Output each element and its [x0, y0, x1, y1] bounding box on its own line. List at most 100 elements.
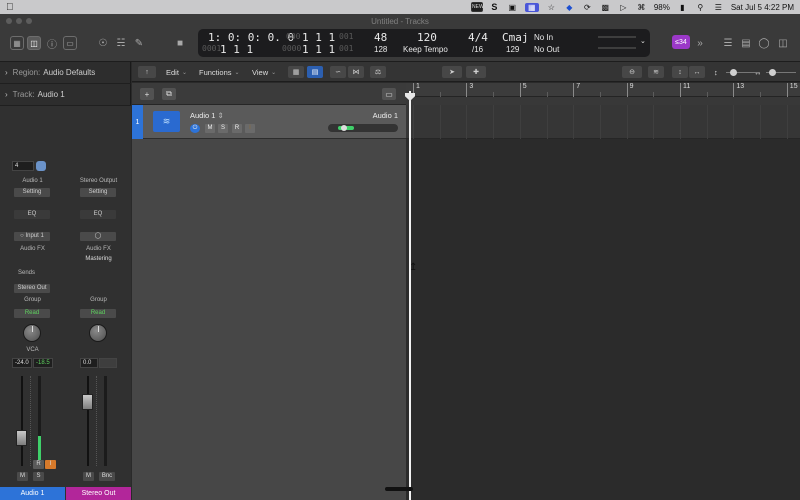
audio-fx-label[interactable]: Audio FX [66, 246, 131, 252]
box-icon[interactable]: NEW [470, 2, 484, 12]
flex-icon[interactable]: ⋈ [348, 66, 364, 78]
mastering-slot[interactable]: Mastering [66, 256, 131, 262]
chevron-down-icon[interactable]: ⌄ [640, 37, 646, 45]
automation-icon[interactable]: ∽ [330, 66, 346, 78]
track-lane[interactable] [406, 105, 800, 139]
peak-readout[interactable] [99, 358, 117, 368]
mute-button[interactable]: M [83, 472, 94, 481]
bounce-button[interactable]: Bnc [99, 472, 115, 481]
division[interactable]: /16 [472, 45, 483, 54]
smart-controls-icon[interactable]: ☉ [96, 36, 110, 50]
lcd-display[interactable]: 1: 0: 0: 0. 0 000 1 1 1 001 0001 1 1 1 0… [198, 29, 650, 57]
notepad-icon[interactable]: ▤ [740, 36, 752, 50]
vca-label[interactable]: VCA [0, 347, 65, 353]
setting-button[interactable]: Setting [14, 188, 50, 197]
star-icon[interactable]: ☆ [546, 3, 557, 12]
eq-button[interactable]: EQ [80, 210, 116, 219]
browsers-icon[interactable]: ◫ [776, 36, 790, 50]
pan-knob[interactable] [23, 324, 41, 342]
audio-fx-label[interactable]: Audio FX [0, 246, 65, 252]
horizontal-zoom-icon[interactable]: ↔ [689, 66, 705, 78]
track-inspector-header[interactable]: › Track: Audio 1 [0, 84, 131, 106]
key-signature[interactable]: Cmaj [502, 31, 529, 44]
duplicate-track-icon[interactable]: ⧉ [162, 88, 176, 100]
list-editors-icon[interactable]: ☰ [722, 36, 734, 50]
track-row[interactable]: 1 ≋ Audio 1 ⇕ ⏻ M S R I Audio 1 [132, 105, 406, 139]
bar-ruler[interactable]: 1 3 5 7 9 11 13 15 [406, 83, 800, 97]
peak-readout[interactable]: -18.5 [33, 358, 53, 368]
global-tracks-icon[interactable]: ▭ [382, 88, 396, 100]
search-icon[interactable]: ⚲ [695, 3, 706, 12]
cycle-area[interactable] [406, 97, 800, 105]
volume-fader[interactable] [82, 394, 93, 410]
pencil-tool-icon[interactable]: ✚ [466, 66, 486, 78]
waveform-icon[interactable]: ≋ [153, 111, 180, 132]
setting-button[interactable]: Setting [80, 188, 116, 197]
input-monitor-icon[interactable]: I [245, 124, 255, 133]
link-icon[interactable] [36, 161, 46, 171]
up-arrow-icon[interactable]: ↑ [138, 66, 156, 78]
automation-mode[interactable]: Read [14, 309, 50, 318]
solo-button[interactable]: S [33, 472, 44, 481]
apple-icon[interactable]:  [6, 2, 20, 13]
functions-menu[interactable]: Functions ⌄ [199, 66, 240, 78]
vertical-zoom-handle[interactable] [730, 69, 737, 76]
stop-button[interactable]: ■ [174, 36, 186, 50]
s-app-icon[interactable]: S [489, 2, 500, 12]
help-icon[interactable]: ⓘ [45, 36, 59, 51]
track-solo-button[interactable]: S [218, 124, 228, 133]
group-slot[interactable]: Group [0, 297, 65, 303]
region-inspector-header[interactable]: › Region: Audio Defaults [0, 62, 131, 84]
view-menu[interactable]: View ⌄ [252, 66, 276, 78]
mute-button[interactable]: M [17, 472, 28, 481]
waveform-zoom-icon[interactable]: ≋ [648, 66, 664, 78]
record-enable-button[interactable]: R [33, 460, 44, 469]
strip-footer[interactable]: Stereo Out [66, 487, 131, 500]
wifi-icon[interactable]: ⌘ [636, 3, 647, 12]
sync-icon[interactable]: ⟳ [582, 3, 593, 12]
horizontal-zoom-handle[interactable] [769, 69, 776, 76]
volume-handle[interactable] [341, 125, 347, 131]
track-name[interactable]: Audio 1 ⇕ [190, 111, 224, 120]
loops-icon[interactable]: ◯ [758, 36, 770, 50]
group-slot[interactable]: Group [66, 297, 131, 303]
eq-button[interactable]: EQ [14, 210, 50, 219]
input-monitor-button[interactable]: I [45, 460, 56, 469]
grid-view-icon[interactable]: ▦ [288, 66, 304, 78]
library-icon[interactable]: ▦ [10, 36, 24, 50]
track-volume-slider[interactable] [328, 124, 398, 132]
tracks-workspace[interactable] [406, 105, 800, 500]
snap-icon[interactable]: ⊖ [622, 66, 642, 78]
inspector-icon[interactable]: ◫ [27, 36, 41, 50]
dropbox-icon[interactable]: ◆ [564, 3, 575, 12]
automation-mode[interactable]: Read [80, 309, 116, 318]
track-record-button[interactable]: R [232, 124, 242, 133]
balance-knob[interactable] [89, 324, 107, 342]
output-slot[interactable]: Stereo Out [14, 284, 50, 293]
input-slot[interactable]: ○ Input 1 [14, 232, 50, 241]
mixer-icon[interactable]: ☵ [114, 36, 128, 50]
volume-readout[interactable]: -24.0 [12, 358, 32, 368]
chevron-right-icon[interactable]: » [694, 36, 706, 50]
pointer-tool-icon[interactable]: ➤ [442, 66, 462, 78]
strip-footer[interactable]: Audio 1 [0, 487, 65, 500]
screen-mirror-icon[interactable]: ▩ [600, 3, 611, 12]
power-icon[interactable]: ⏻ [190, 124, 200, 133]
play-icon[interactable]: ▷ [618, 3, 629, 12]
time-signature[interactable]: 4/4 [468, 31, 488, 44]
vertical-zoom-icon[interactable]: ↕ [672, 66, 688, 78]
volume-fader[interactable] [16, 430, 27, 446]
playhead[interactable] [409, 91, 411, 500]
control-center-icon[interactable]: ☰ [713, 3, 724, 12]
tempo-value[interactable]: 120 [417, 31, 437, 44]
editors-icon[interactable]: ✎ [132, 36, 146, 50]
track-mute-button[interactable]: M [205, 124, 215, 133]
add-track-button[interactable]: + [140, 88, 154, 100]
tempo-mode[interactable]: Keep Tempo [403, 45, 448, 54]
battery-icon[interactable]: ▮ [677, 3, 688, 12]
edit-menu[interactable]: Edit ⌄ [166, 66, 187, 78]
scroll-indicator[interactable] [385, 487, 413, 491]
cycle-badge[interactable]: ≤34 [672, 35, 690, 49]
toolbar-icon[interactable]: ▭ [63, 36, 77, 50]
volume-readout[interactable]: 0.0 [80, 358, 98, 368]
